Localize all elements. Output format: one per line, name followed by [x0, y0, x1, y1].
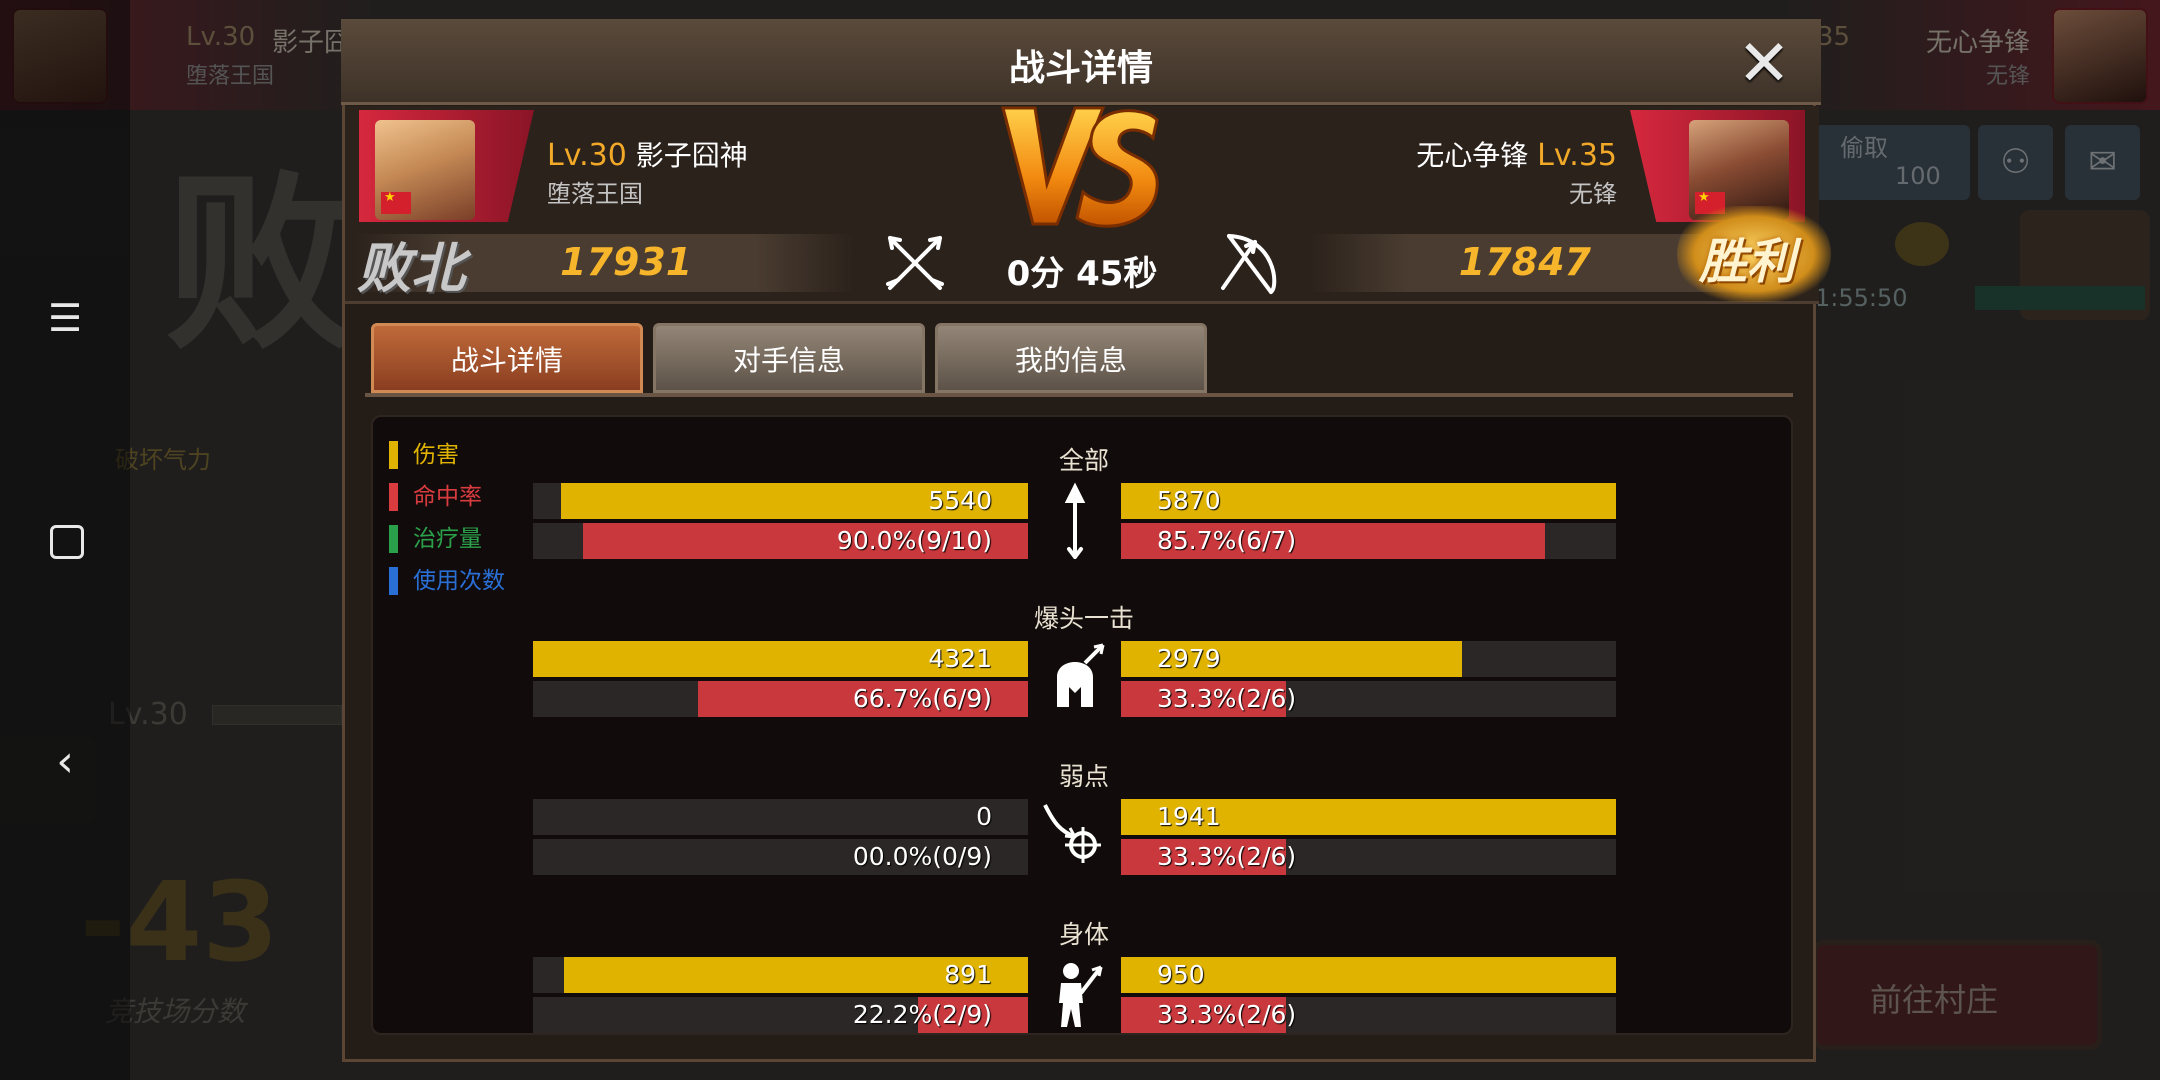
legend-hit-rate: 命中率: [389, 481, 505, 523]
tab-my-info[interactable]: 我的信息: [935, 323, 1207, 393]
back-icon[interactable]: ‹: [45, 740, 85, 784]
weak-point-icon: [1043, 804, 1101, 863]
legend-healing: 治疗量: [389, 523, 505, 565]
bow-icon: [1221, 234, 1277, 294]
left-damage-bar: 4321: [533, 641, 1028, 677]
tab-divider: [365, 393, 1793, 397]
stats-panel: 伤害 命中率 治疗量 使用次数 全部 5540 90.0%(9/10) 5870 85.…: [371, 415, 1793, 1035]
left-player-name-line: Lv.30 影子囧神: [547, 134, 748, 174]
dialog-header: 战斗详情 ✕: [341, 19, 1821, 105]
left-hit-rate-bar: 66.7%(6/9): [533, 681, 1028, 717]
right-hit-rate-value: 85.7%(6/7): [1157, 526, 1297, 555]
left-damage-value: 891: [944, 960, 992, 989]
stat-category-label: 爆头一击: [1033, 604, 1134, 633]
left-player-guild: 堕落王国: [547, 180, 643, 208]
left-damage-bar: 5540: [533, 483, 1028, 519]
china-flag-icon: [381, 190, 411, 214]
right-damage-bar: 5870: [1121, 483, 1616, 519]
right-player-name-line: 无心争锋 Lv.35: [1416, 134, 1617, 174]
battle-duration: 0分 45秒: [1006, 254, 1158, 294]
right-damage-bar: 950: [1121, 957, 1616, 993]
left-hit-rate-value: 66.7%(6/9): [852, 684, 992, 713]
vs-logo-icon: [1001, 106, 1159, 228]
right-hit-rate-bar: 33.3%(2/6): [1121, 681, 1616, 717]
close-icon[interactable]: ✕: [1733, 32, 1795, 96]
right-player-level: Lv.35: [1537, 138, 1617, 173]
left-damage-bar: 891: [533, 957, 1028, 993]
right-hit-rate-bar: 33.3%(2/6): [1121, 997, 1616, 1033]
stat-category-label: 全部: [1058, 446, 1109, 475]
left-hit-rate-bar: 00.0%(0/9): [533, 839, 1028, 875]
menu-icon[interactable]: ☰: [45, 298, 85, 338]
right-hit-rate-bar: 85.7%(6/7): [1121, 523, 1616, 559]
right-player-avatar[interactable]: [1689, 120, 1789, 220]
left-player-avatar[interactable]: [375, 120, 475, 220]
battle-details-dialog: 战斗详情 ✕ Lv.30 影子囧神 堕落王国 无心争锋 Lv.35 无锋 败北 …: [341, 19, 1831, 1062]
right-damage-value: 1941: [1157, 802, 1221, 831]
right-hit-rate-bar: 33.3%(2/6): [1121, 839, 1616, 875]
right-player-name: 无心争锋: [1416, 139, 1529, 172]
left-player-name: 影子囧神: [635, 139, 748, 172]
arrow-up-icon: [1064, 482, 1086, 559]
helmet-icon: [1057, 643, 1105, 707]
right-damage-bar: 2979: [1121, 641, 1616, 677]
left-hit-rate-bar: 90.0%(9/10): [533, 523, 1028, 559]
left-damage-bar: 0: [533, 799, 1028, 835]
body-icon: [1059, 963, 1103, 1027]
right-damage-value: 2979: [1157, 644, 1221, 673]
left-hit-rate-value: 90.0%(9/10): [836, 526, 992, 555]
left-hit-rate-bar: 22.2%(2/9): [533, 997, 1028, 1033]
recents-icon[interactable]: [45, 520, 85, 560]
right-hit-rate-value: 33.3%(2/6): [1157, 684, 1297, 713]
right-hit-rate-value: 33.3%(2/6): [1157, 1000, 1297, 1029]
tab-opponent-info[interactable]: 对手信息: [653, 323, 925, 393]
right-damage-value: 950: [1157, 960, 1205, 989]
stat-category-label: 弱点: [1058, 762, 1109, 791]
left-damage-value: 5540: [928, 486, 992, 515]
right-damage-bar: 1941: [1121, 799, 1616, 835]
tab-battle-details[interactable]: 战斗详情: [371, 323, 643, 393]
right-damage-value: 5870: [1157, 486, 1221, 515]
system-nav-bar: ☰ ‹: [0, 0, 130, 1080]
dialog-title: 战斗详情: [1008, 48, 1153, 89]
stat-category-label: 身体: [1058, 920, 1109, 949]
left-hit-rate-value: 22.2%(2/9): [852, 1000, 992, 1029]
right-hit-rate-value: 33.3%(2/6): [1157, 842, 1297, 871]
left-damage-value: 0: [976, 802, 992, 831]
left-damage-value: 4321: [928, 644, 992, 673]
right-player-guild: 无锋: [1569, 180, 1617, 208]
versus-header: Lv.30 影子囧神 堕落王国 无心争锋 Lv.35 无锋 败北 17931 1…: [345, 106, 1831, 304]
left-hit-rate-value: 00.0%(0/9): [852, 842, 992, 871]
left-player-level: Lv.30: [547, 138, 627, 173]
